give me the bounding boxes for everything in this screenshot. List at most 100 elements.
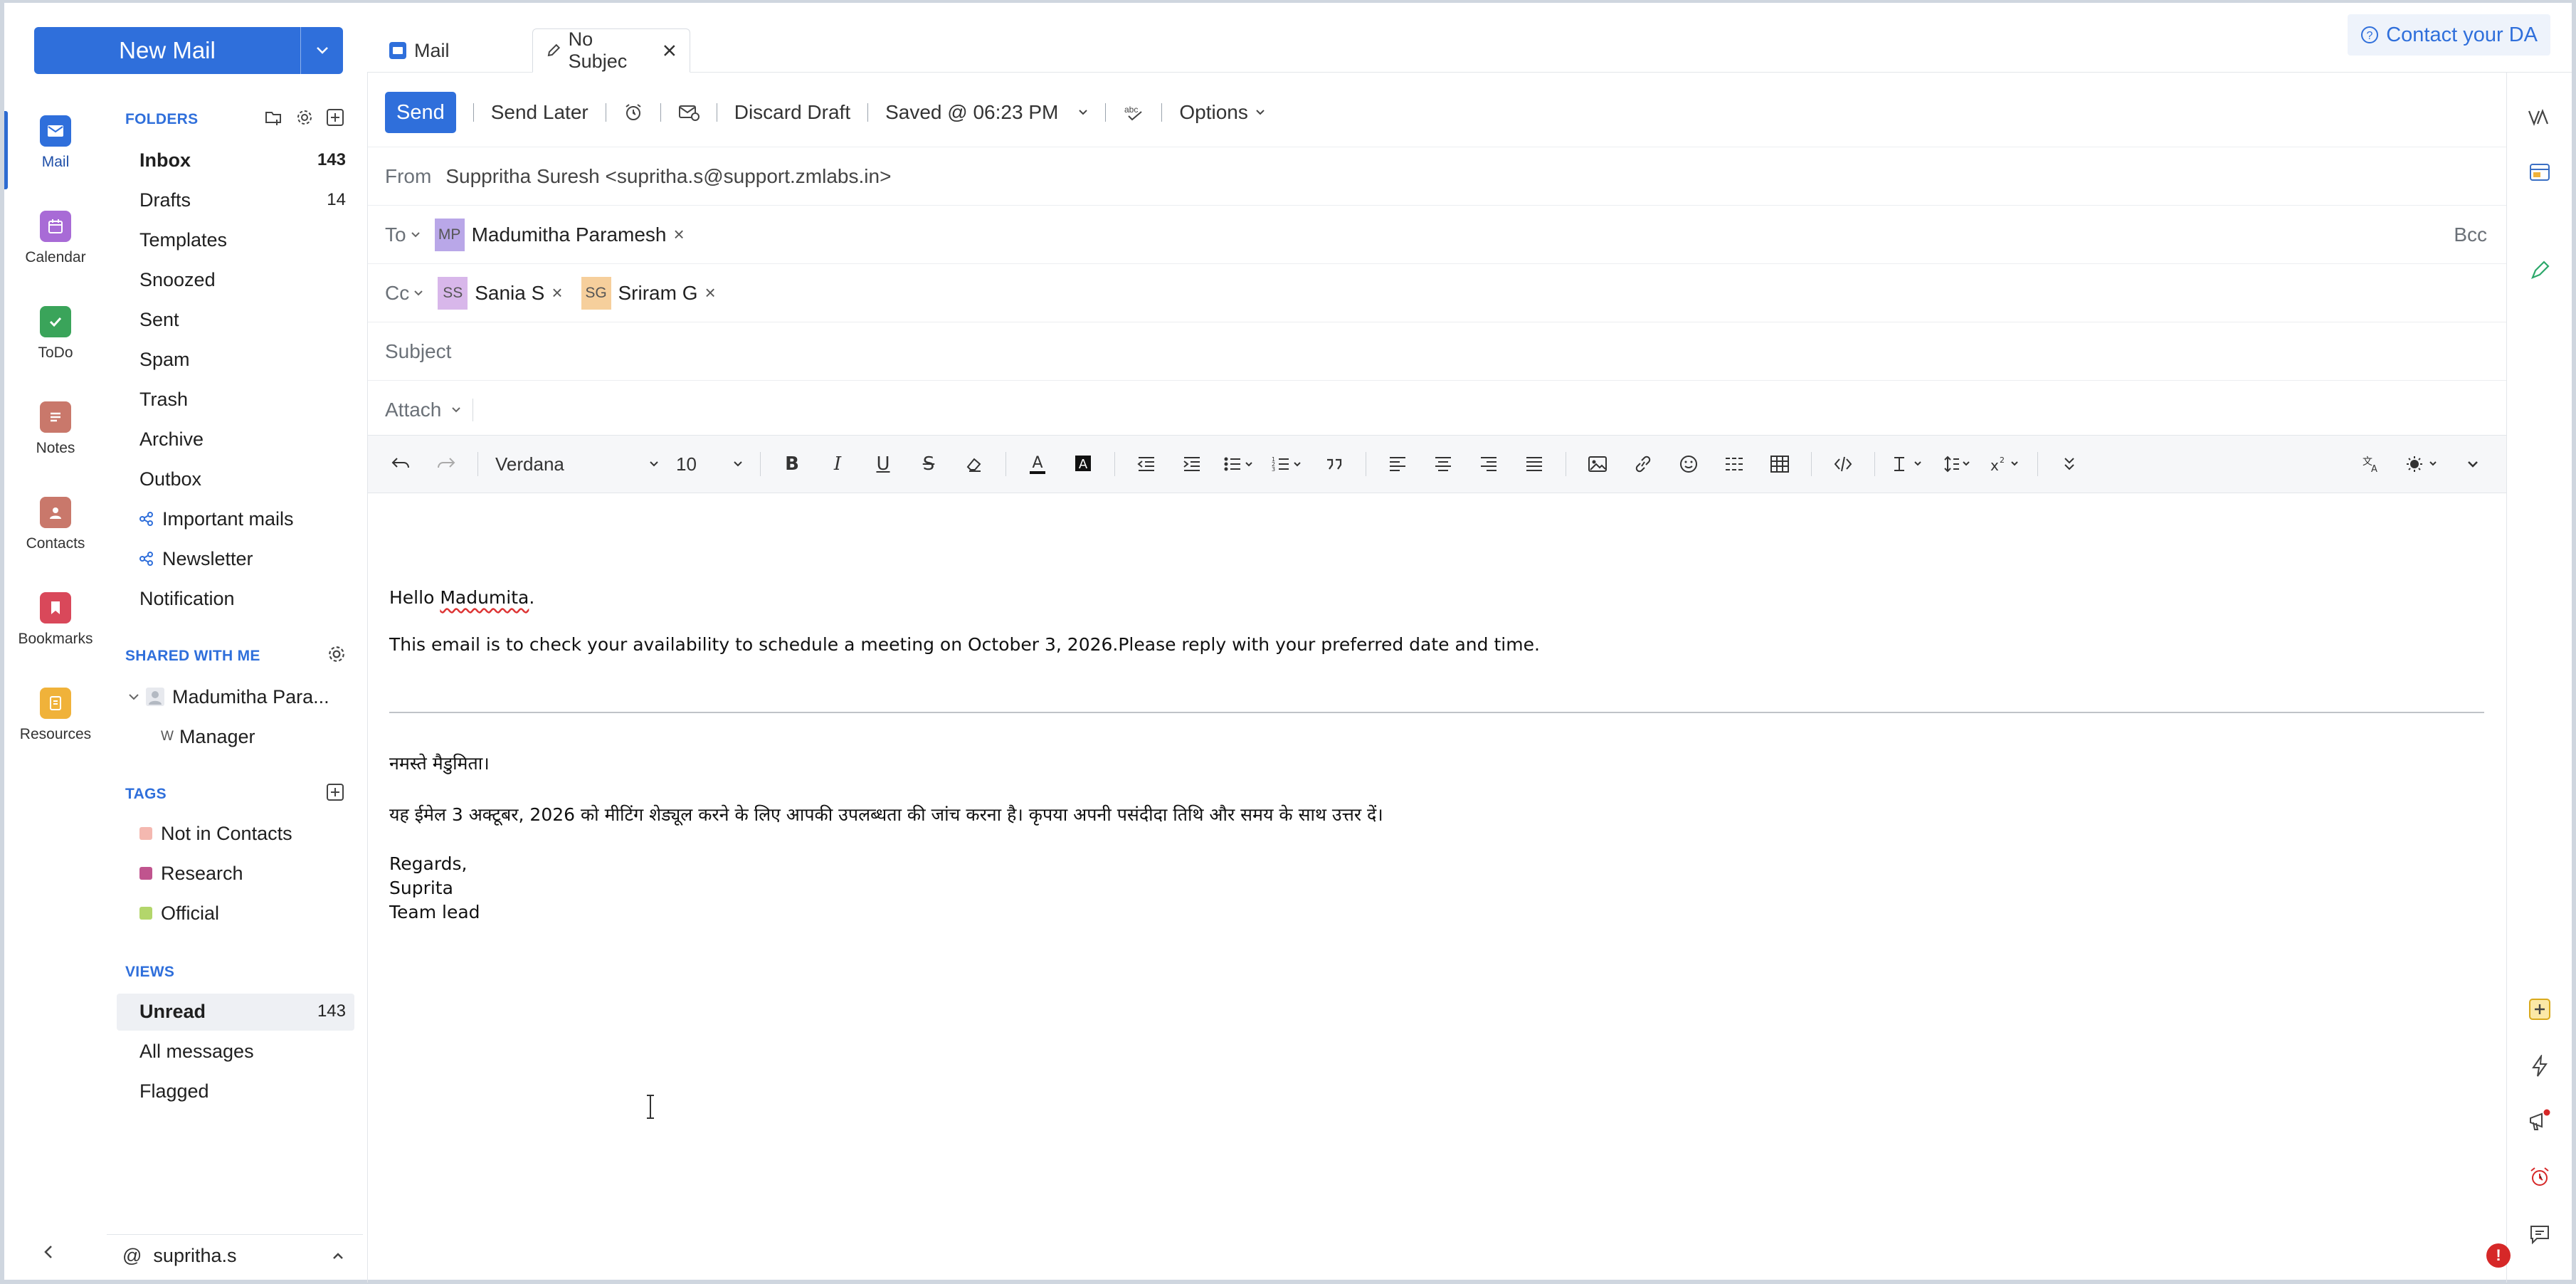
font-size-select[interactable]: 10	[676, 448, 743, 480]
rail-item-bookmarks[interactable]: Bookmarks	[4, 584, 107, 669]
view-flagged[interactable]: Flagged	[139, 1075, 346, 1107]
signature-icon[interactable]	[2524, 101, 2555, 132]
folder-templates[interactable]: Templates	[139, 223, 346, 256]
add-folder-icon[interactable]	[326, 108, 344, 127]
new-folder-icon[interactable]	[265, 109, 283, 126]
chat-icon[interactable]	[2524, 1219, 2555, 1250]
rail-item-contacts[interactable]: Contacts	[4, 488, 107, 574]
chevron-down-icon[interactable]	[1078, 109, 1088, 116]
reminder-alarm-icon[interactable]	[623, 102, 643, 122]
decrease-indent-icon[interactable]	[1132, 448, 1161, 480]
tag-research[interactable]: Research	[139, 857, 346, 890]
redo-icon[interactable]	[432, 448, 460, 480]
add-widget-icon[interactable]	[2524, 994, 2555, 1025]
rail-item-todo[interactable]: ToDo	[4, 298, 107, 383]
announcement-icon[interactable]	[2524, 1105, 2555, 1136]
emoji-icon[interactable]	[1674, 448, 1703, 480]
folder-trash[interactable]: Trash	[139, 383, 346, 416]
bold-icon[interactable]: B	[778, 448, 806, 480]
insert-link-icon[interactable]	[1629, 448, 1657, 480]
new-mail-button[interactable]: New Mail	[34, 27, 343, 74]
text-color-icon[interactable]: A	[1023, 448, 1052, 480]
subject-input[interactable]: Subject	[385, 340, 451, 363]
new-mail-dropdown[interactable]	[300, 27, 343, 74]
folder-inbox[interactable]: Inbox 143	[139, 144, 346, 177]
cc-label[interactable]: Cc	[385, 282, 409, 305]
new-mail-label[interactable]: New Mail	[34, 27, 300, 74]
bcc-link[interactable]: Bcc	[2454, 223, 2487, 246]
chevron-down-icon[interactable]	[2459, 448, 2487, 480]
justify-icon[interactable]	[1520, 448, 1548, 480]
align-center-icon[interactable]	[1429, 448, 1457, 480]
remove-recipient-icon[interactable]: ×	[673, 223, 684, 246]
close-icon[interactable]	[663, 43, 677, 58]
collapse-sidebar-button[interactable]	[43, 1244, 54, 1260]
layout-panel-icon[interactable]	[2524, 157, 2555, 188]
folder-outbox[interactable]: Outbox	[139, 463, 346, 495]
tab-compose[interactable]: No Subjec	[532, 28, 690, 73]
rail-item-resources[interactable]: Resources	[4, 679, 107, 764]
chevron-down-icon[interactable]	[413, 290, 423, 297]
horizontal-line-icon[interactable]	[1720, 448, 1748, 480]
shared-settings-icon[interactable]	[327, 645, 346, 663]
alarm-clock-icon[interactable]	[2524, 1162, 2555, 1193]
subject-row[interactable]: Subject	[368, 322, 2507, 380]
send-later-button[interactable]: Send Later	[491, 101, 588, 124]
italic-icon[interactable]: I	[823, 448, 852, 480]
remove-recipient-icon[interactable]: ×	[551, 282, 562, 304]
align-left-icon[interactable]	[1383, 448, 1412, 480]
folder-drafts[interactable]: Drafts 14	[139, 184, 346, 216]
text-direction-icon[interactable]	[1892, 448, 1923, 480]
view-all-messages[interactable]: All messages	[139, 1035, 346, 1068]
folder-spam[interactable]: Spam	[139, 343, 346, 376]
lightning-icon[interactable]	[2524, 1051, 2555, 1082]
rail-item-mail[interactable]: Mail	[4, 107, 107, 192]
chevron-down-icon[interactable]	[128, 693, 139, 701]
from-value[interactable]: Suppritha Suresh <supritha.s@support.zml…	[445, 165, 891, 188]
line-height-icon[interactable]	[1941, 448, 1972, 480]
options-menu[interactable]: Options	[1179, 101, 1248, 124]
superscript-icon[interactable]: x2	[1989, 448, 2020, 480]
theme-toggle-icon[interactable]	[2406, 448, 2439, 480]
tag-not-in-contacts[interactable]: Not in Contacts	[139, 817, 346, 850]
spellcheck-icon[interactable]: abc	[1123, 103, 1144, 122]
user-bar[interactable]: @ supritha.s	[107, 1234, 363, 1277]
undo-icon[interactable]	[386, 448, 415, 480]
chevron-down-icon[interactable]	[451, 406, 461, 414]
strikethrough-icon[interactable]: S	[914, 448, 943, 480]
error-indicator[interactable]: !	[2486, 1243, 2511, 1268]
align-right-icon[interactable]	[1474, 448, 1503, 480]
blockquote-icon[interactable]	[1320, 448, 1348, 480]
view-unread[interactable]: Unread 143	[139, 995, 346, 1028]
insert-image-icon[interactable]	[1583, 448, 1612, 480]
folder-notification[interactable]: Notification	[139, 582, 346, 615]
translate-icon[interactable]: 文A	[2358, 448, 2386, 480]
increase-indent-icon[interactable]	[1178, 448, 1206, 480]
folder-settings-icon[interactable]	[296, 109, 313, 126]
to-label[interactable]: To	[385, 223, 406, 246]
recipient-chip[interactable]: SG Sriram G ×	[581, 276, 723, 310]
rail-item-calendar[interactable]: Calendar	[4, 202, 107, 288]
contact-da-button[interactable]: ? Contact your DA	[2348, 14, 2550, 56]
tab-mail[interactable]: Mail	[376, 28, 463, 73]
shared-sub-folder[interactable]: W Manager	[161, 720, 367, 753]
bullet-list-icon[interactable]	[1223, 448, 1255, 480]
chevron-down-icon[interactable]	[411, 231, 421, 238]
send-button[interactable]: Send	[385, 92, 456, 133]
rail-item-notes[interactable]: Notes	[4, 393, 107, 478]
numbered-list-icon[interactable]: 123	[1272, 448, 1303, 480]
chevron-down-icon[interactable]	[1255, 109, 1265, 116]
insert-table-icon[interactable]	[1765, 448, 1794, 480]
remove-recipient-icon[interactable]: ×	[705, 282, 716, 304]
folder-snoozed[interactable]: Snoozed	[139, 263, 346, 296]
source-code-icon[interactable]	[1829, 448, 1857, 480]
read-receipt-icon[interactable]	[678, 103, 700, 122]
eco-pen-icon[interactable]	[2524, 255, 2555, 286]
underline-icon[interactable]: U	[869, 448, 897, 480]
tag-official[interactable]: Official	[139, 897, 346, 930]
font-family-select[interactable]: Verdana	[495, 448, 659, 480]
attach-button[interactable]: Attach	[385, 399, 441, 421]
folder-important-mails[interactable]: Important mails	[139, 502, 346, 535]
discard-draft-button[interactable]: Discard Draft	[734, 101, 850, 124]
add-tag-icon[interactable]	[326, 783, 344, 801]
